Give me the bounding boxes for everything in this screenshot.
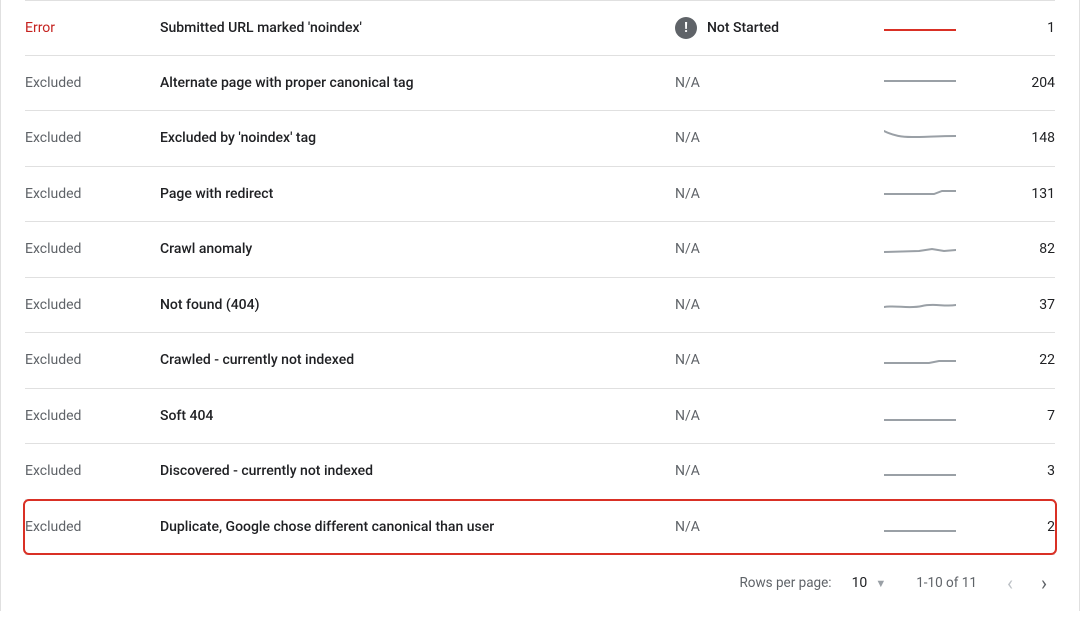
trend-sparkline [865, 239, 975, 259]
trend-sparkline [865, 350, 975, 370]
row-type: Excluded [25, 519, 160, 535]
row-type: Excluded [25, 130, 160, 146]
row-status: N/A [675, 297, 865, 313]
row-type: Error [25, 20, 160, 36]
row-reason: Crawl anomaly [160, 241, 675, 257]
row-status: N/A [675, 519, 865, 535]
row-status: N/A [675, 463, 865, 479]
table-row[interactable]: ExcludedCrawled - currently not indexedN… [25, 333, 1055, 389]
trend-sparkline [865, 73, 975, 93]
table-row[interactable]: ExcludedExcluded by 'noindex' tagN/A 148 [25, 111, 1055, 167]
row-status: N/A [675, 186, 865, 202]
trend-sparkline [865, 18, 975, 38]
table-row[interactable]: ExcludedSoft 404N/A 7 [25, 389, 1055, 445]
table-row[interactable]: ExcludedDuplicate, Google chose differen… [25, 500, 1055, 556]
row-reason: Excluded by 'noindex' tag [160, 130, 675, 146]
trend-sparkline [865, 461, 975, 481]
rows-per-page-value: 10 [852, 575, 868, 591]
pagination-bar: Rows per page: 10 ▼ 1-10 of 11 ‹ › [25, 555, 1055, 611]
status-text: N/A [675, 297, 700, 313]
table-row[interactable]: ExcludedCrawl anomalyN/A 82 [25, 222, 1055, 278]
row-type: Excluded [25, 297, 160, 313]
row-reason: Duplicate, Google chose different canoni… [160, 519, 675, 535]
row-type: Excluded [25, 241, 160, 257]
row-pages: 131 [975, 186, 1055, 202]
status-text: N/A [675, 352, 700, 368]
table-row[interactable]: ExcludedNot found (404)N/A 37 [25, 278, 1055, 334]
rows-per-page-group: Rows per page: 10 ▼ [739, 575, 886, 591]
alert-icon: ! [675, 17, 697, 39]
rows-per-page-label: Rows per page: [739, 575, 831, 591]
row-status: N/A [675, 241, 865, 257]
pagination-arrows: ‹ › [1007, 571, 1047, 595]
row-status: N/A [675, 75, 865, 91]
table-row[interactable]: ExcludedPage with redirectN/A 131 [25, 167, 1055, 223]
row-pages: 82 [975, 241, 1055, 257]
status-text: N/A [675, 463, 700, 479]
status-text: N/A [675, 519, 700, 535]
row-reason: Alternate page with proper canonical tag [160, 75, 675, 91]
row-pages: 2 [975, 519, 1055, 535]
row-reason: Submitted URL marked 'noindex' [160, 20, 675, 36]
row-status: ! Not Started [675, 17, 865, 39]
rows-per-page-select[interactable]: 10 ▼ [852, 575, 887, 591]
row-status: N/A [675, 408, 865, 424]
previous-page-button[interactable]: ‹ [1007, 571, 1013, 595]
dropdown-caret-icon: ▼ [875, 577, 886, 590]
row-reason: Soft 404 [160, 408, 675, 424]
row-pages: 1 [975, 20, 1055, 36]
row-status: N/A [675, 352, 865, 368]
row-pages: 22 [975, 352, 1055, 368]
trend-sparkline [865, 128, 975, 148]
row-pages: 204 [975, 75, 1055, 91]
coverage-table: ErrorSubmitted URL marked 'noindex'! Not … [0, 0, 1080, 611]
trend-sparkline [865, 517, 975, 537]
row-reason: Page with redirect [160, 186, 675, 202]
row-pages: 3 [975, 463, 1055, 479]
trend-sparkline [865, 184, 975, 204]
next-page-button[interactable]: › [1041, 571, 1047, 595]
trend-sparkline [865, 295, 975, 315]
status-text: N/A [675, 186, 700, 202]
row-reason: Discovered - currently not indexed [160, 463, 675, 479]
row-type: Excluded [25, 352, 160, 368]
row-type: Excluded [25, 463, 160, 479]
row-reason: Crawled - currently not indexed [160, 352, 675, 368]
status-text: N/A [675, 130, 700, 146]
row-type: Excluded [25, 75, 160, 91]
status-text: N/A [675, 241, 700, 257]
row-pages: 7 [975, 408, 1055, 424]
row-type: Excluded [25, 408, 160, 424]
table-row[interactable]: ErrorSubmitted URL marked 'noindex'! Not … [25, 0, 1055, 56]
row-type: Excluded [25, 186, 160, 202]
status-text: N/A [675, 408, 700, 424]
trend-sparkline [865, 406, 975, 426]
row-pages: 37 [975, 297, 1055, 313]
table-row[interactable]: ExcludedDiscovered - currently not index… [25, 444, 1055, 500]
table-row[interactable]: ExcludedAlternate page with proper canon… [25, 56, 1055, 112]
status-text: Not Started [707, 20, 779, 36]
row-status: N/A [675, 130, 865, 146]
row-reason: Not found (404) [160, 297, 675, 313]
status-text: N/A [675, 75, 700, 91]
row-pages: 148 [975, 130, 1055, 146]
pagination-range: 1-10 of 11 [916, 575, 977, 591]
